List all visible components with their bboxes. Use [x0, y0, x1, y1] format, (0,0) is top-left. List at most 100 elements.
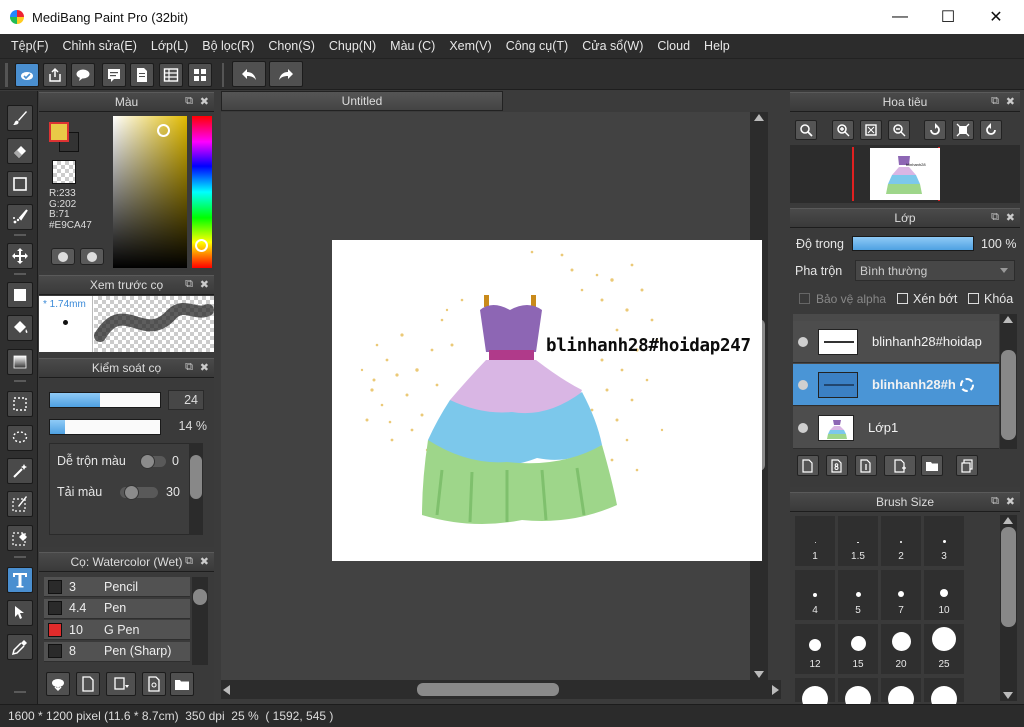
menu-snap[interactable]: Chụp(N): [322, 39, 383, 53]
menu-filter[interactable]: Bộ lọc(R): [195, 39, 261, 53]
brush-list-item[interactable]: 8 Pen (Sharp): [44, 641, 190, 662]
reset-view-button[interactable]: [952, 120, 974, 140]
add-layer-menu-button[interactable]: [884, 455, 916, 476]
hue-picker-handle[interactable]: [195, 239, 208, 252]
bucket-tool[interactable]: [7, 315, 33, 341]
brush-size-cell[interactable]: 5: [838, 570, 878, 620]
visibility-icon[interactable]: [798, 336, 808, 347]
detach-icon[interactable]: ⧉: [991, 495, 999, 508]
load-slider-knob[interactable]: [124, 485, 139, 500]
brush-list-item[interactable]: 10 G Pen: [44, 620, 190, 640]
transparent-color-swatch[interactable]: [52, 160, 76, 184]
brush-settings-button[interactable]: [142, 672, 166, 696]
scroll-right-arrow-icon[interactable]: [772, 685, 779, 695]
detach-icon[interactable]: ⧉: [185, 278, 193, 291]
menu-color[interactable]: Màu (C): [383, 39, 442, 53]
brush-list-item[interactable]: 3 Pencil: [44, 577, 190, 597]
detach-icon[interactable]: ⧉: [185, 555, 193, 568]
brush-list-item[interactable]: 4.4 Pen: [44, 598, 190, 619]
layer-scrollbar[interactable]: [1000, 314, 1017, 449]
gradient-tool[interactable]: [7, 349, 33, 375]
page-button[interactable]: [130, 63, 154, 87]
hue-slider[interactable]: [192, 116, 212, 268]
panel-layout-button[interactable]: [159, 63, 183, 87]
scroll-up-arrow-icon[interactable]: [1003, 517, 1013, 524]
minimize-button[interactable]: —: [876, 0, 924, 34]
select-eraser-tool[interactable]: [7, 525, 33, 551]
new-folder-button[interactable]: [921, 455, 943, 476]
blend-slider[interactable]: [140, 454, 166, 469]
close-panel-icon[interactable]: ✖: [200, 555, 209, 568]
menu-cloud[interactable]: Cloud: [650, 39, 697, 53]
document-tab[interactable]: Untitled: [221, 91, 503, 111]
brush-size-cell[interactable]: [795, 678, 835, 712]
eyedropper-tool[interactable]: [7, 634, 33, 660]
brush-size-cell[interactable]: [838, 678, 878, 712]
new-brush-button[interactable]: [76, 672, 100, 696]
detach-icon[interactable]: ⧉: [185, 361, 193, 374]
layer-opacity-slider[interactable]: [852, 236, 974, 251]
rotate-left-button[interactable]: [924, 120, 946, 140]
undo-button[interactable]: [232, 61, 266, 87]
detach-icon[interactable]: ⧉: [991, 211, 999, 224]
close-panel-icon[interactable]: ✖: [200, 361, 209, 374]
menu-help[interactable]: Help: [697, 39, 737, 53]
color-history-button[interactable]: [80, 248, 104, 265]
add-brush-cloud-button[interactable]: [46, 672, 70, 696]
brush-size-scrollbar[interactable]: [1000, 515, 1017, 701]
rectangle-tool[interactable]: [7, 171, 33, 197]
brush-size-slider[interactable]: [49, 392, 161, 408]
eraser-tool[interactable]: [7, 138, 33, 164]
menu-view[interactable]: Xem(V): [442, 39, 498, 53]
fill-rect-tool[interactable]: [7, 282, 33, 308]
note-button[interactable]: [102, 63, 126, 87]
redo-button[interactable]: [269, 61, 303, 87]
lock-checkbox[interactable]: [968, 293, 979, 304]
blend-slider-knob[interactable]: [140, 454, 155, 469]
operation-tool[interactable]: [7, 600, 33, 626]
move-tool[interactable]: [7, 243, 33, 269]
brush-size-cell[interactable]: 1.5: [838, 516, 878, 566]
zoom-fit-button[interactable]: [795, 120, 817, 140]
new-layer-8bit-button[interactable]: [826, 455, 848, 476]
menu-window[interactable]: Cửa sổ(W): [575, 39, 650, 53]
brush-add-menu-button[interactable]: [106, 672, 136, 696]
brush-size-cell[interactable]: 10: [924, 570, 964, 620]
rect-select-tool[interactable]: [7, 391, 33, 417]
menu-layer[interactable]: Lớp(L): [144, 39, 195, 53]
foreground-color-swatch[interactable]: [49, 122, 69, 142]
new-layer-button[interactable]: [797, 455, 819, 476]
color-palette-button[interactable]: [51, 248, 75, 265]
fit-window-button[interactable]: [860, 120, 882, 140]
drawing-canvas[interactable]: blinhanh28#hoidap247: [332, 240, 762, 561]
brush-size-cell[interactable]: [881, 678, 921, 712]
visibility-icon[interactable]: [798, 379, 808, 390]
brush-size-cell[interactable]: 2: [881, 516, 921, 566]
text-tool[interactable]: [7, 567, 33, 593]
gear-icon[interactable]: [959, 377, 974, 392]
navigator-preview[interactable]: blinhanh28: [790, 145, 1020, 203]
protect-alpha-checkbox[interactable]: [799, 293, 810, 304]
menu-select[interactable]: Chọn(S): [261, 39, 322, 53]
scroll-thumb[interactable]: [193, 589, 207, 605]
brush-size-cell[interactable]: 4: [795, 570, 835, 620]
brush-control-scrollbar[interactable]: [189, 443, 203, 535]
visibility-icon[interactable]: [798, 422, 808, 433]
close-panel-icon[interactable]: ✖: [1006, 495, 1015, 508]
brush-size-cell[interactable]: 12: [795, 624, 835, 674]
close-button[interactable]: ✕: [972, 0, 1020, 34]
blend-mode-select[interactable]: Bình thường: [855, 260, 1015, 281]
layer-row[interactable]: Lớp1: [793, 407, 999, 449]
detach-icon[interactable]: ⧉: [185, 95, 193, 108]
brush-size-cell[interactable]: 3: [924, 516, 964, 566]
scroll-thumb[interactable]: [417, 683, 559, 696]
scroll-left-arrow-icon[interactable]: [223, 685, 230, 695]
dot-brush-tool[interactable]: [7, 204, 33, 230]
scroll-thumb[interactable]: [190, 455, 202, 499]
scroll-thumb[interactable]: [1001, 350, 1016, 440]
brush-size-cell[interactable]: 20: [881, 624, 921, 674]
detach-icon[interactable]: ⧉: [991, 95, 999, 108]
zoom-in-button[interactable]: [832, 120, 854, 140]
menu-file[interactable]: Tệp(F): [4, 39, 56, 53]
comment-button[interactable]: [71, 63, 95, 87]
